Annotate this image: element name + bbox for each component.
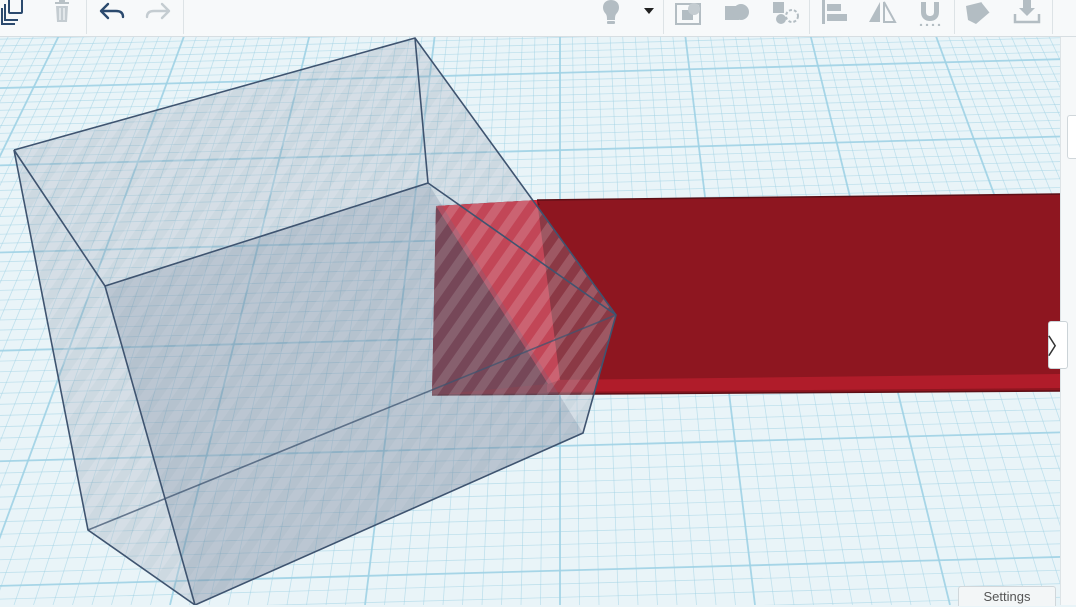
group-button[interactable] — [672, 0, 706, 26]
redo-button[interactable] — [142, 0, 176, 26]
ungroup-icon — [725, 4, 749, 20]
hole-solid-button[interactable] — [768, 0, 802, 26]
light-dropdown[interactable] — [632, 0, 666, 26]
align-icon — [822, 0, 847, 24]
toolbar-divider — [954, 0, 955, 34]
paint-icon — [966, 1, 991, 24]
light-bulb-icon — [603, 0, 619, 24]
trash-icon — [55, 0, 69, 22]
delete-button[interactable] — [45, 0, 79, 26]
copy-button[interactable] — [0, 0, 30, 26]
toolbar-divider — [663, 0, 664, 34]
workplane-scene[interactable] — [0, 36, 1060, 605]
settings-label: Settings — [983, 589, 1031, 604]
import-icon — [1013, 0, 1041, 24]
undo-icon — [99, 2, 125, 20]
toolbar — [0, 0, 1076, 37]
redo-icon — [145, 2, 171, 20]
mirror-icon — [869, 1, 897, 23]
expand-panel-button[interactable]: 〉 — [1047, 321, 1070, 369]
group-icon — [675, 3, 701, 25]
view-cube-edge[interactable] — [1067, 115, 1076, 159]
toolbar-divider — [1052, 0, 1053, 34]
workplane[interactable] — [0, 36, 1060, 605]
magnet-icon — [919, 2, 941, 26]
ungroup-button[interactable] — [720, 0, 754, 26]
toolbar-divider — [86, 0, 87, 34]
light-button[interactable] — [594, 0, 628, 26]
import-button[interactable] — [1010, 0, 1044, 26]
chevron-right-icon: 〉 — [1047, 334, 1070, 359]
toolbar-divider — [183, 0, 184, 34]
snap-button[interactable] — [913, 0, 947, 26]
hole-solid-icon — [773, 2, 799, 24]
align-button[interactable] — [817, 0, 851, 26]
undo-button[interactable] — [94, 0, 128, 26]
paint-button[interactable] — [962, 0, 996, 26]
toolbar-divider — [809, 0, 810, 34]
copy-icon — [1, 0, 23, 25]
dropdown-arrow-icon — [644, 8, 654, 14]
mirror-button[interactable] — [865, 0, 899, 26]
settings-button[interactable]: Settings — [958, 586, 1056, 606]
